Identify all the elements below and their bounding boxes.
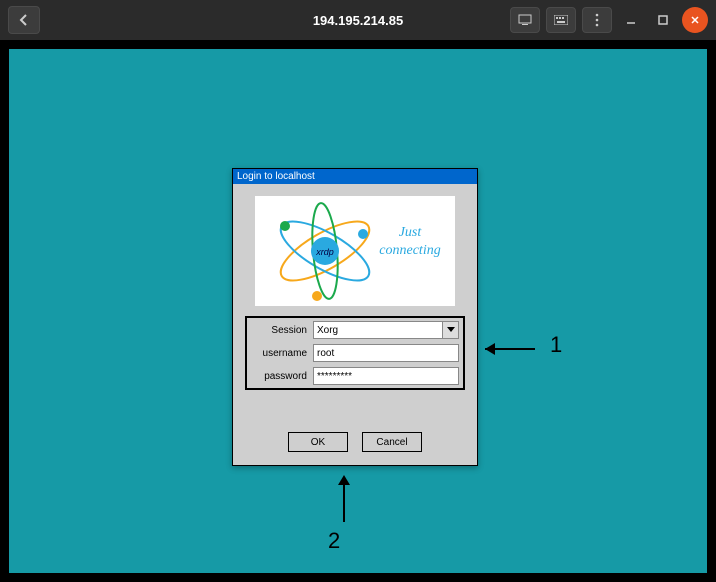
window-title: 194.195.214.85 [313,13,403,28]
keyboard-icon [554,15,568,25]
maximize-icon [657,14,669,26]
dialog-title: Login to localhost [233,169,477,184]
svg-text:xrdp: xrdp [315,247,334,257]
username-input[interactable] [313,344,459,362]
annotation-arrow-2 [334,469,354,524]
menu-button[interactable] [582,7,612,33]
chevron-down-icon [442,322,458,338]
login-form: Session Xorg username password [233,316,477,452]
titlebar-controls [510,7,708,33]
svg-text:Just: Just [399,225,423,240]
cancel-button[interactable]: Cancel [362,432,422,452]
username-label: username [251,348,313,359]
remote-desktop: Login to localhost xrdp Just connecting [9,49,707,573]
ok-button[interactable]: OK [288,432,348,452]
annotation-2: 2 [328,528,340,554]
dialog-buttons: OK Cancel [245,432,465,452]
minimize-icon [625,14,637,26]
session-label: Session [251,325,313,336]
minimize-button[interactable] [618,7,644,33]
remote-desktop-frame: Login to localhost xrdp Just connecting [0,40,716,582]
screen-icon [518,14,532,26]
titlebar: 194.195.214.85 [0,0,716,40]
password-label: password [251,371,313,382]
close-icon [690,15,700,25]
xrdp-logo: xrdp Just connecting [255,196,455,306]
keyboard-button[interactable] [546,7,576,33]
back-button[interactable] [8,6,40,34]
chevron-left-icon [19,14,29,26]
close-button[interactable] [682,7,708,33]
session-select[interactable]: Xorg [313,321,459,339]
session-select-value: Xorg [317,325,338,336]
annotation-1: 1 [550,332,562,358]
login-dialog: Login to localhost xrdp Just connecting [232,168,478,466]
kebab-icon [595,13,599,27]
password-input[interactable] [313,367,459,385]
svg-text:connecting: connecting [379,243,440,258]
maximize-button[interactable] [650,7,676,33]
logo-panel: xrdp Just connecting [255,196,455,306]
fullscreen-button[interactable] [510,7,540,33]
annotation-arrow-1 [477,339,537,359]
credentials-group: Session Xorg username password [245,316,465,390]
